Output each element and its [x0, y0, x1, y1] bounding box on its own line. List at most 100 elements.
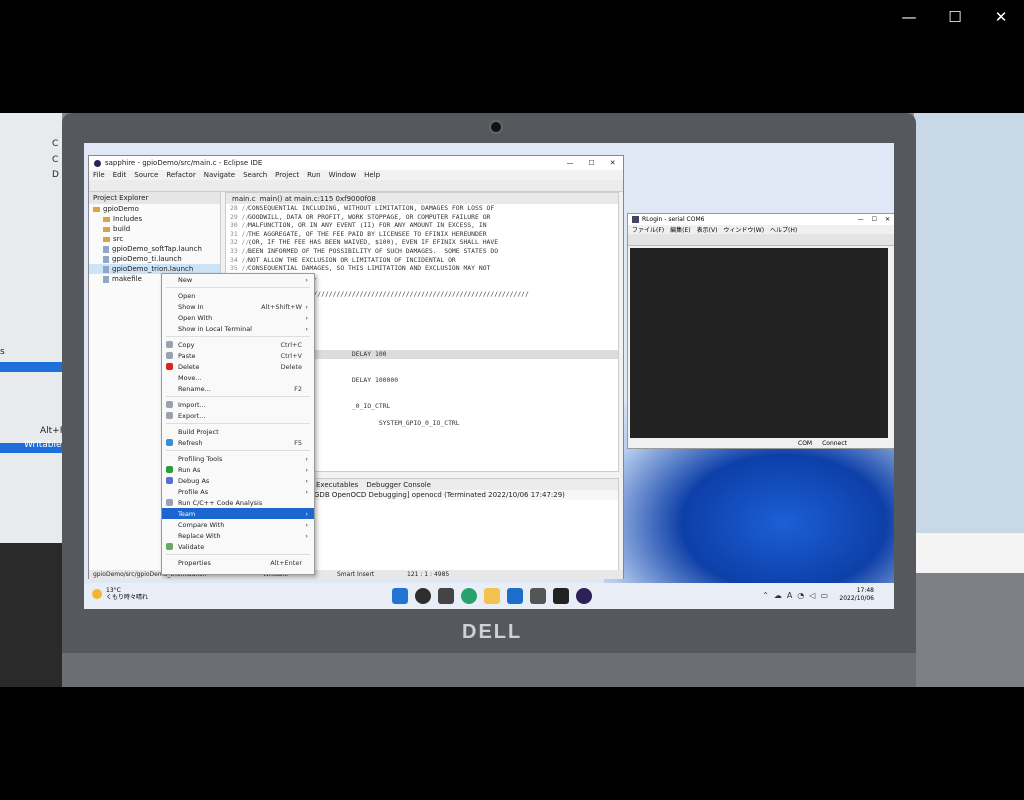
minimize-button[interactable]: —: [886, 0, 932, 34]
tab-debugger-console[interactable]: Debugger Console: [366, 481, 431, 489]
weather-widget[interactable]: 13°C くもり時々晴れ: [92, 587, 148, 601]
terminal-menu-item[interactable]: ヘルプ(H): [770, 225, 797, 234]
tree-item[interactable]: gpioDemo_ti.launch: [89, 254, 220, 264]
tab-executables[interactable]: Executables: [316, 481, 358, 489]
tree-item[interactable]: gpioDemo_softTap.launch: [89, 244, 220, 254]
task-view-icon[interactable]: [438, 588, 454, 604]
menu-item-profiling-tools[interactable]: Profiling Tools ›: [162, 453, 314, 464]
tree-item[interactable]: gpioDemo: [89, 204, 220, 214]
close-button[interactable]: ✕: [978, 0, 1024, 34]
minimize-icon[interactable]: —: [566, 159, 573, 167]
menu-item-team[interactable]: Team ›: [162, 508, 314, 519]
menu-item-debug-as[interactable]: Debug As ›: [162, 475, 314, 486]
chevron-right-icon: ›: [305, 465, 308, 474]
menu-item-run-as[interactable]: Run As ›: [162, 464, 314, 475]
system-tray: ⌃ ☁ A ◔ ◁ ▭: [762, 591, 828, 600]
menu-item-copy[interactable]: Copy Ctrl+C: [162, 339, 314, 350]
tree-item-label: src: [113, 235, 124, 243]
menu-item-new[interactable]: New ›: [162, 274, 314, 285]
maximize-icon[interactable]: ☐: [872, 216, 877, 223]
menu-help[interactable]: Help: [364, 171, 380, 179]
terminal-app-taskbar-icon[interactable]: [553, 588, 569, 604]
terminal-menu-item[interactable]: ウィンドウ(W): [723, 225, 764, 234]
tree-item[interactable]: Includes: [89, 214, 220, 224]
webcam: [489, 120, 503, 134]
menu-run[interactable]: Run: [307, 171, 320, 179]
menu-item-label: Run C/C++ Code Analysis: [178, 498, 263, 507]
menu-item-profile-as[interactable]: Profile As ›: [162, 486, 314, 497]
menu-search[interactable]: Search: [243, 171, 267, 179]
menu-item-label: Refresh: [178, 438, 203, 447]
terminal-output[interactable]: [630, 248, 888, 438]
ime-icon[interactable]: A: [787, 591, 792, 600]
maximize-icon[interactable]: ☐: [588, 159, 594, 167]
chevron-right-icon: ›: [305, 313, 308, 322]
tree-item[interactable]: build: [89, 224, 220, 234]
volume-icon[interactable]: ◁: [809, 591, 815, 600]
menu-item-open-with[interactable]: Open With ›: [162, 312, 314, 323]
close-icon[interactable]: ✕: [885, 216, 890, 223]
menu-item-run-c-c-code-analysis[interactable]: Run C/C++ Code Analysis: [162, 497, 314, 508]
clock[interactable]: 17:48 2022/10/06: [839, 587, 874, 603]
menu-item-show-in[interactable]: Show In Alt+Shift+W ›: [162, 301, 314, 312]
minimize-icon[interactable]: —: [858, 216, 864, 223]
tab-main-c[interactable]: main.c: [232, 195, 256, 203]
menu-item-delete[interactable]: Delete Delete: [162, 361, 314, 372]
tab-debug-location[interactable]: main() at main.c:115 0xf9000f08: [260, 195, 376, 203]
terminal-window: RLogin - serial COM6 — ☐ ✕ ファイル(F) 編集(E) 表…: [627, 213, 894, 449]
analysis-icon: [166, 499, 173, 506]
menu-item-label: Show In: [178, 302, 204, 311]
terminal-statusbar: COM Connect: [628, 439, 894, 448]
menu-item-label: Delete: [178, 362, 200, 371]
store-icon[interactable]: [507, 588, 523, 604]
menu-item-replace-with[interactable]: Replace With ›: [162, 530, 314, 541]
menu-source[interactable]: Source: [134, 171, 158, 179]
menu-item-label: Profile As: [178, 487, 209, 496]
battery-icon[interactable]: ▭: [820, 591, 828, 600]
menu-item-label: Copy: [178, 340, 195, 349]
wifi-icon[interactable]: ◔: [797, 591, 804, 600]
menu-item-rename[interactable]: Rename... F2: [162, 383, 314, 394]
menu-item-refresh[interactable]: Refresh F5: [162, 437, 314, 448]
terminal-menu-item[interactable]: 表示(V): [697, 225, 718, 234]
menu-item-label: Open: [178, 291, 196, 300]
app-icon[interactable]: [530, 588, 546, 604]
search-icon[interactable]: [415, 588, 431, 604]
console-tabs: Executables Debugger Console: [310, 479, 618, 490]
menu-item-paste[interactable]: Paste Ctrl+V: [162, 350, 314, 361]
menu-item-validate[interactable]: Validate: [162, 541, 314, 552]
menu-item-open[interactable]: Open: [162, 290, 314, 301]
menu-item-move[interactable]: Move...: [162, 372, 314, 383]
menu-item-show-in-local-terminal[interactable]: Show in Local Terminal ›: [162, 323, 314, 334]
eclipse-title: sapphire - gpioDemo/src/main.c - Eclipse…: [105, 159, 263, 167]
menu-item-properties[interactable]: Properties Alt+Enter: [162, 557, 314, 568]
terminal-menu-item[interactable]: ファイル(F): [632, 225, 664, 234]
onedrive-icon[interactable]: ☁: [774, 591, 782, 600]
maximize-button[interactable]: ☐: [932, 0, 978, 34]
menu-item-export[interactable]: Export...: [162, 410, 314, 421]
right-monitor: [914, 113, 1024, 573]
menu-item-label: Replace With: [178, 531, 221, 540]
edge-icon[interactable]: [461, 588, 477, 604]
chevron-up-icon[interactable]: ⌃: [762, 591, 769, 600]
file-icon: [103, 275, 109, 283]
menu-file[interactable]: File: [93, 171, 105, 179]
menu-window[interactable]: Window: [329, 171, 357, 179]
clock-time: 17:48: [856, 587, 874, 594]
eclipse-taskbar-icon[interactable]: [576, 588, 592, 604]
menu-item-import[interactable]: Import...: [162, 399, 314, 410]
menu-refactor[interactable]: Refactor: [166, 171, 195, 179]
file-explorer-icon[interactable]: [484, 588, 500, 604]
terminal-menu-item[interactable]: 編集(E): [670, 225, 690, 234]
menu-item-compare-with[interactable]: Compare With ›: [162, 519, 314, 530]
chevron-right-icon: ›: [305, 302, 308, 311]
tree-item[interactable]: src: [89, 234, 220, 244]
menu-item-label: Export...: [178, 411, 206, 420]
menu-project[interactable]: Project: [275, 171, 299, 179]
copy-icon: [166, 341, 173, 348]
start-icon[interactable]: [392, 588, 408, 604]
close-icon[interactable]: ✕: [610, 159, 616, 167]
menu-edit[interactable]: Edit: [113, 171, 127, 179]
menu-navigate[interactable]: Navigate: [204, 171, 235, 179]
menu-item-build-project[interactable]: Build Project: [162, 426, 314, 437]
